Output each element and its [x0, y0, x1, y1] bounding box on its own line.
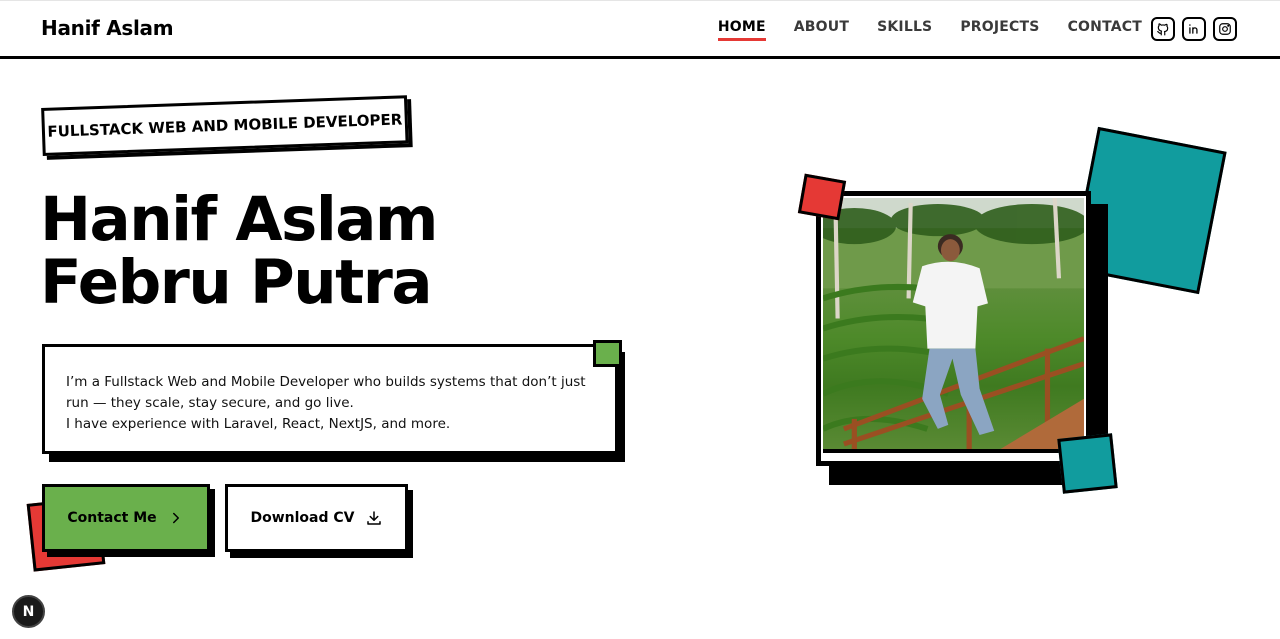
contact-me-label: Contact Me	[67, 510, 157, 526]
download-cv-button[interactable]: Download CV	[225, 484, 408, 552]
nav-projects[interactable]: PROJECTS	[960, 19, 1039, 35]
hero-name-line1: Hanif Aslam	[40, 184, 438, 255]
nextjs-dev-badge[interactable]: N	[12, 595, 45, 628]
linkedin-icon[interactable]	[1182, 17, 1206, 41]
nav-home[interactable]: HOME	[717, 19, 766, 41]
red-square-small-decoration	[797, 173, 847, 221]
role-tag: FULLSTACK WEB AND MOBILE DEVELOPER	[41, 95, 413, 160]
contact-me-button[interactable]: Contact Me	[42, 484, 210, 552]
github-icon[interactable]	[1151, 17, 1175, 41]
download-cv-label: Download CV	[250, 510, 355, 526]
description-card: I’m a Fullstack Web and Mobile Developer…	[42, 340, 625, 462]
chevron-right-icon	[172, 512, 179, 524]
social-links	[1151, 17, 1237, 41]
description-text: I’m a Fullstack Web and Mobile Developer…	[42, 344, 618, 454]
brand-logo[interactable]: Hanif Aslam	[41, 16, 174, 40]
profile-photo	[823, 198, 1084, 453]
hero-name-line2: Febru Putra	[40, 247, 433, 318]
teal-square-small-decoration	[1057, 433, 1118, 494]
profile-photo-illustration	[823, 198, 1084, 449]
nav-skills[interactable]: SKILLS	[877, 19, 932, 35]
nav-about[interactable]: ABOUT	[794, 19, 849, 35]
navbar: Hanif Aslam HOME ABOUT SKILLS PROJECTS C…	[0, 0, 1280, 59]
green-square-decoration	[593, 340, 622, 367]
nav-contact[interactable]: CONTACT	[1068, 19, 1142, 35]
profile-photo-frame	[816, 191, 1091, 466]
hero-name: Hanif Aslam Febru Putra	[40, 188, 600, 314]
description-line-1: I’m a Fullstack Web and Mobile Developer…	[66, 374, 586, 411]
instagram-icon[interactable]	[1213, 17, 1237, 41]
nav-links: HOME ABOUT SKILLS PROJECTS CONTACT	[717, 19, 1142, 41]
download-icon	[366, 511, 381, 525]
description-line-2: I have experience with Laravel, React, N…	[66, 416, 451, 432]
